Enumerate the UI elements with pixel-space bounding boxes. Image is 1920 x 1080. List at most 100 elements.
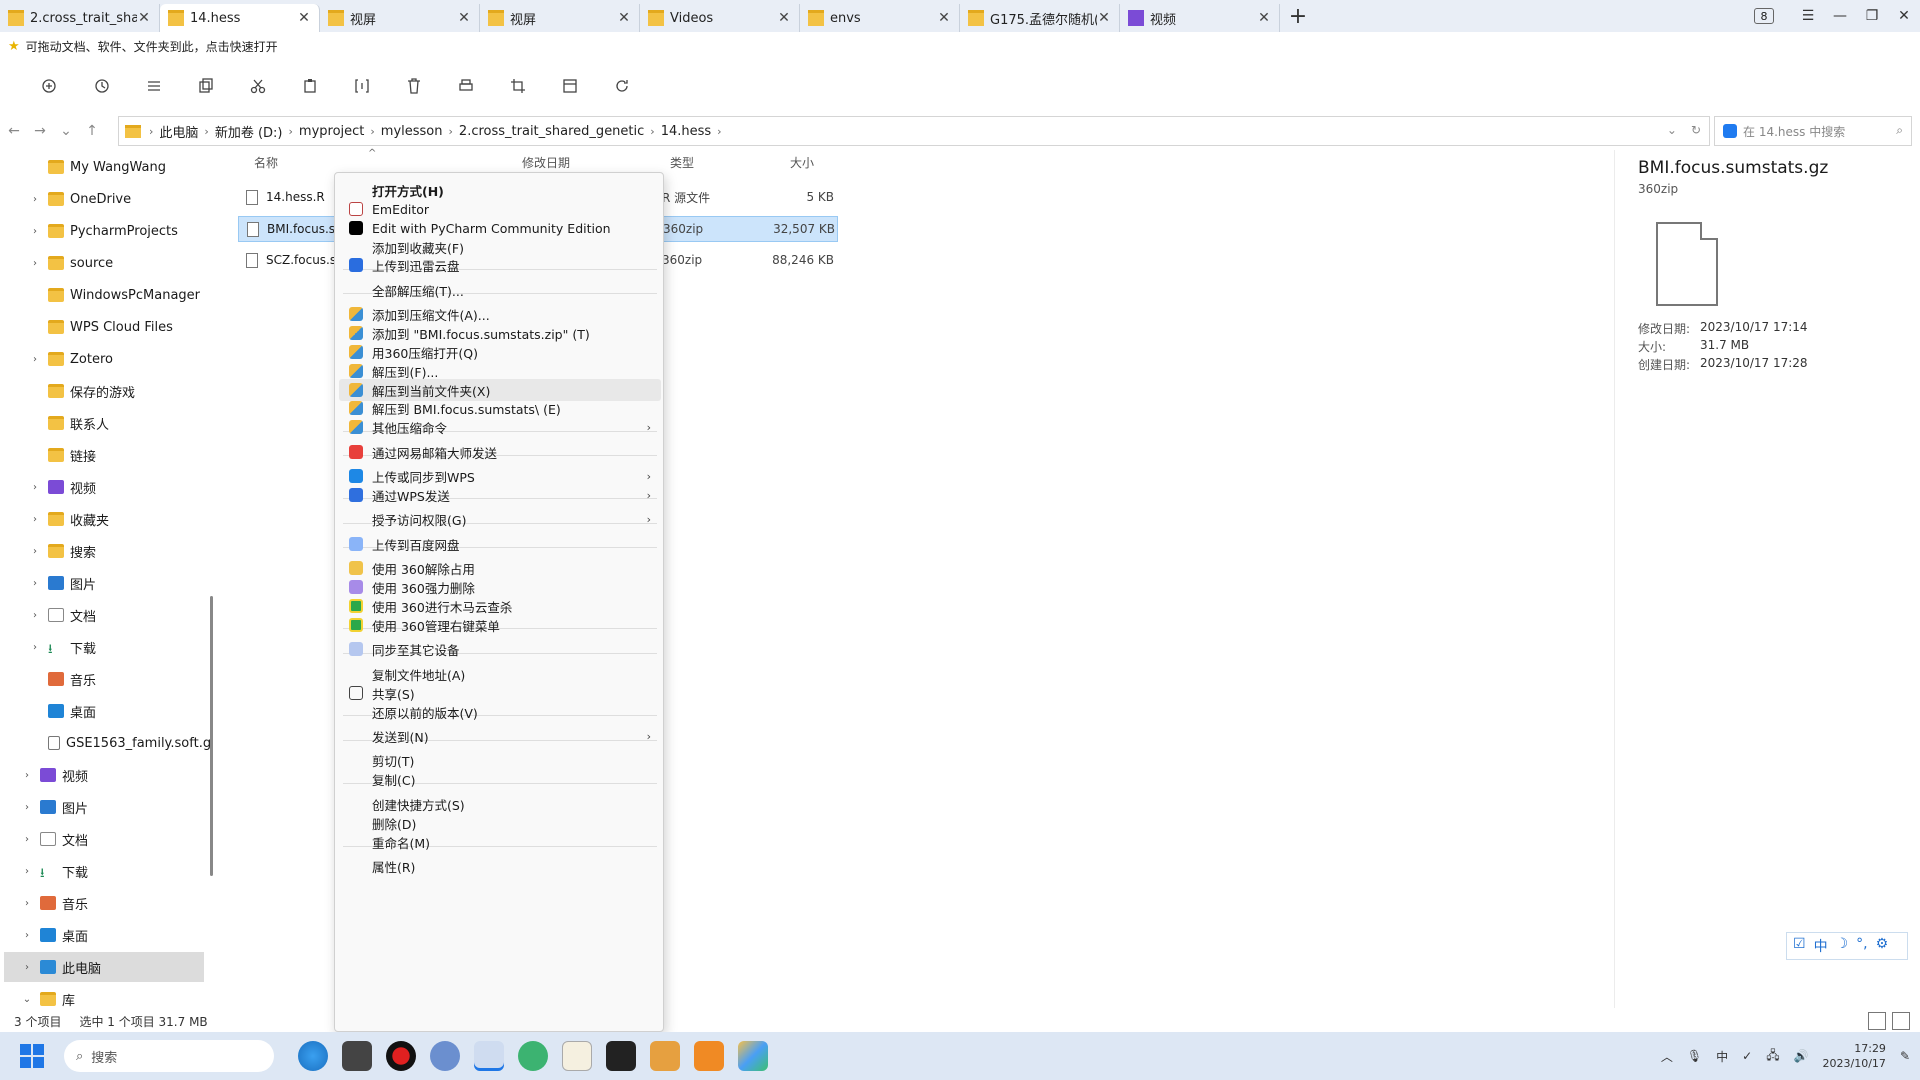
- file-explorer-icon[interactable]: [474, 1041, 504, 1071]
- tab-14-hess[interactable]: 14.hess ✕: [160, 4, 320, 32]
- close-icon[interactable]: ✕: [1097, 10, 1111, 26]
- moon-icon[interactable]: ☽: [1836, 936, 1849, 956]
- close-icon[interactable]: ✕: [137, 10, 151, 26]
- sidebar-item[interactable]: 链接: [28, 442, 96, 468]
- wechat-icon[interactable]: [606, 1041, 636, 1071]
- notification-icon[interactable]: ✎: [1900, 1049, 1910, 1063]
- close-icon[interactable]: ✕: [777, 10, 791, 26]
- tab-shipin[interactable]: 视频 ✕: [1120, 4, 1280, 32]
- tab-count-badge[interactable]: 8: [1754, 8, 1774, 24]
- pdf-icon[interactable]: [694, 1041, 724, 1071]
- sidebar-scrollbar[interactable]: [210, 596, 213, 876]
- volume-icon[interactable]: 🔊: [1794, 1049, 1809, 1063]
- sidebar-item-this-pc[interactable]: › 此电脑: [4, 952, 204, 982]
- sidebar-item[interactable]: › 视频: [28, 474, 96, 500]
- sidebar-item[interactable]: WPS Cloud Files: [28, 314, 173, 340]
- crop-button[interactable]: [492, 70, 544, 102]
- new-button[interactable]: [24, 70, 76, 102]
- forward-button[interactable]: →: [28, 119, 52, 143]
- restore-button[interactable]: ❐: [1856, 0, 1888, 32]
- clock[interactable]: 17:29 2023/10/17: [1823, 1041, 1886, 1071]
- chevron-right-icon[interactable]: ›: [20, 834, 34, 845]
- sidebar-item[interactable]: 联系人: [28, 410, 109, 436]
- r-icon[interactable]: [430, 1041, 460, 1071]
- ime-icon[interactable]: 中: [1716, 1048, 1728, 1065]
- close-window-button[interactable]: ✕: [1888, 0, 1920, 32]
- sidebar-item[interactable]: GSE1563_family.soft.gz: [28, 730, 212, 756]
- chevron-right-icon[interactable]: ›: [28, 226, 42, 237]
- chevron-down-icon[interactable]: ⌄: [1667, 123, 1677, 137]
- sidebar-item[interactable]: › source: [28, 250, 113, 276]
- close-icon[interactable]: ✕: [1257, 10, 1271, 26]
- chevron-right-icon[interactable]: ›: [28, 514, 42, 525]
- tab-g175[interactable]: G175.孟德尔随机( ✕: [960, 4, 1120, 32]
- sidebar-item[interactable]: › 文档: [20, 826, 88, 852]
- chevron-right-icon[interactable]: ›: [20, 898, 34, 909]
- chevron-right-icon[interactable]: ›: [28, 578, 42, 589]
- back-button[interactable]: ←: [2, 119, 26, 143]
- sidebar-item[interactable]: › 文档: [28, 602, 96, 628]
- chevron-right-icon[interactable]: ›: [28, 354, 42, 365]
- context-menu-item[interactable]: 授予访问权限(G) ›: [339, 508, 661, 530]
- tab-cross-trait[interactable]: 2.cross_trait_shar ✕: [0, 4, 160, 32]
- chevron-right-icon[interactable]: ›: [28, 546, 42, 557]
- copy-button[interactable]: [180, 70, 232, 102]
- tab-shiping-2[interactable]: 视屏 ✕: [480, 4, 640, 32]
- sidebar-item[interactable]: › 图片: [20, 794, 88, 820]
- context-menu-item[interactable]: 通过WPS发送 ›: [339, 484, 661, 506]
- paste-button[interactable]: [284, 70, 336, 102]
- ime-check-icon[interactable]: ☑: [1793, 936, 1806, 956]
- search-input[interactable]: 在 14.hess 中搜索 ⌕: [1714, 116, 1912, 146]
- search-icon[interactable]: ⌕: [1896, 123, 1903, 138]
- column-type[interactable]: 类型: [648, 154, 768, 176]
- chevron-right-icon[interactable]: ›: [20, 802, 34, 813]
- chevron-right-icon[interactable]: ›: [20, 770, 34, 781]
- app-icon[interactable]: [738, 1041, 768, 1071]
- chevron-up-icon[interactable]: ︿: [1661, 1048, 1673, 1065]
- share-toolbar-button[interactable]: [440, 70, 492, 102]
- sidebar-item[interactable]: › ⭳ 下载: [20, 858, 88, 884]
- context-menu-item[interactable]: 还原以前的版本(V): [339, 701, 661, 723]
- close-icon[interactable]: ✕: [297, 10, 311, 26]
- sidebar-item[interactable]: › 视频: [20, 762, 88, 788]
- chevron-right-icon[interactable]: ›: [28, 610, 42, 621]
- chevron-right-icon[interactable]: ›: [20, 866, 34, 877]
- chevron-right-icon[interactable]: ›: [28, 482, 42, 493]
- ime-language[interactable]: 中: [1814, 936, 1828, 956]
- sidebar-item[interactable]: › 搜索: [28, 538, 96, 564]
- browser-icon[interactable]: [518, 1041, 548, 1071]
- gear-icon[interactable]: ⚙: [1876, 936, 1889, 956]
- close-icon[interactable]: ✕: [617, 10, 631, 26]
- chevron-down-icon[interactable]: ⌄: [54, 119, 78, 143]
- sidebar-item[interactable]: › 图片: [28, 570, 96, 596]
- chevron-right-icon[interactable]: ›: [20, 930, 34, 941]
- context-menu-item[interactable]: 发送到(N) ›: [339, 725, 661, 747]
- chevron-right-icon[interactable]: ›: [28, 642, 42, 653]
- punctuation-icon[interactable]: °,: [1856, 936, 1867, 956]
- app-icon[interactable]: [342, 1041, 372, 1071]
- menu-icon[interactable]: ☰: [1792, 0, 1824, 32]
- view-button[interactable]: [128, 70, 180, 102]
- sidebar-item[interactable]: › 收藏夹: [28, 506, 109, 532]
- breadcrumb-this-pc[interactable]: 此电脑: [159, 122, 198, 141]
- breadcrumb-myproject[interactable]: myproject: [299, 124, 364, 139]
- record-icon[interactable]: [386, 1041, 416, 1071]
- tiles-view-button[interactable]: [1892, 1012, 1910, 1030]
- minimize-button[interactable]: —: [1824, 0, 1856, 32]
- pane-divider[interactable]: [1614, 150, 1615, 1008]
- notes-icon[interactable]: [562, 1041, 592, 1071]
- quick-access-bar[interactable]: ★ 可拖动文档、软件、文件夹到此，点击快速打开: [0, 32, 1920, 60]
- chevron-right-icon[interactable]: ›: [28, 194, 42, 205]
- breadcrumb-14-hess[interactable]: 14.hess: [661, 124, 711, 139]
- game-icon[interactable]: [650, 1041, 680, 1071]
- rename-button[interactable]: [336, 70, 388, 102]
- new-tab-button[interactable]: +: [1284, 2, 1312, 30]
- network-icon[interactable]: 🖧: [1766, 1046, 1779, 1067]
- ime-toolbar[interactable]: ☑ 中 ☽ °, ⚙: [1786, 932, 1908, 960]
- context-menu-item[interactable]: 复制(C): [339, 768, 661, 790]
- chevron-right-icon[interactable]: ›: [20, 962, 34, 973]
- context-menu-item[interactable]: 属性(R): [339, 855, 661, 877]
- context-menu-item[interactable]: 上传到迅雷云盘: [339, 254, 661, 276]
- context-menu-item[interactable]: 其他压缩命令 ›: [339, 416, 661, 438]
- history-button[interactable]: [76, 70, 128, 102]
